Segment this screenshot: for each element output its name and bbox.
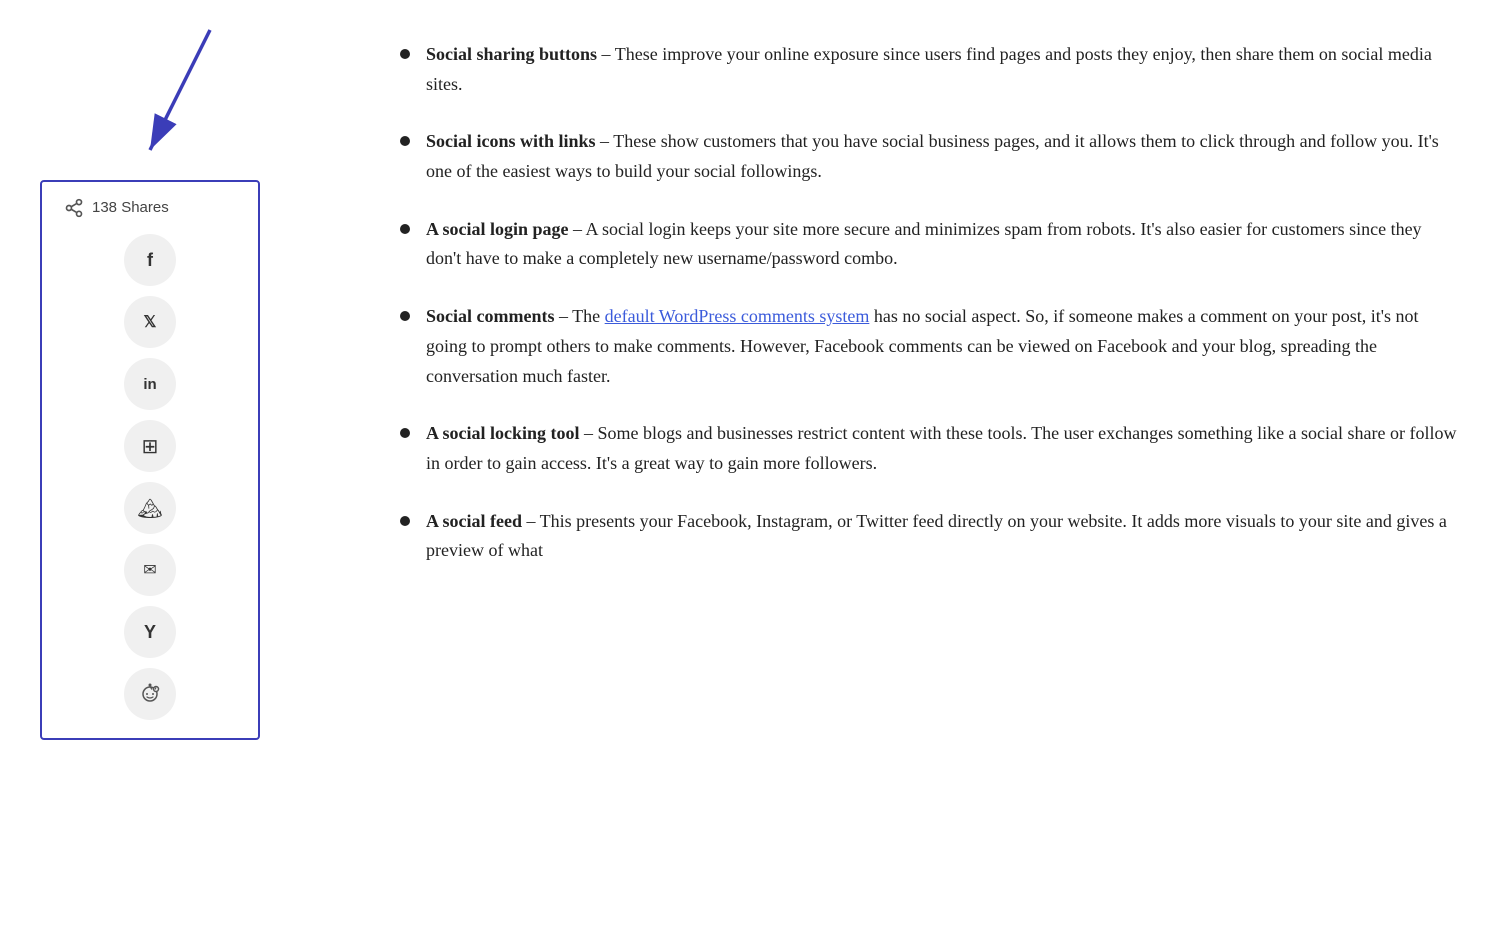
right-column: Social sharing buttons – These improve y…: [340, 30, 1460, 899]
social-buttons-container: f 𝕏 in ⊞ 🏔 ✉ Y: [60, 234, 240, 720]
bullet-dot: [400, 311, 410, 321]
list-item-text: A social feed – This presents your Faceb…: [426, 507, 1460, 566]
buffer-icon: ⊞: [142, 434, 159, 459]
list-item-text: A social locking tool – Some blogs and b…: [426, 419, 1460, 478]
share-count-row: 138 Shares: [60, 196, 240, 220]
list-item-bold: A social locking tool: [426, 423, 580, 443]
instagram-share-button[interactable]: 🏔: [124, 482, 176, 534]
arrow-annotation: [120, 20, 240, 180]
list-item-bold: Social sharing buttons: [426, 44, 597, 64]
list-item-bold: A social feed: [426, 511, 522, 531]
wordpress-comments-link[interactable]: default WordPress comments system: [605, 306, 870, 326]
list-item-text: Social comments – The default WordPress …: [426, 302, 1460, 391]
reddit-share-button[interactable]: [124, 668, 176, 720]
email-icon: ✉: [143, 560, 156, 580]
buffer-share-button[interactable]: ⊞: [124, 420, 176, 472]
list-item: Social icons with links – These show cus…: [400, 127, 1460, 186]
yummly-share-button[interactable]: Y: [124, 606, 176, 658]
list-item: A social login page – A social login kee…: [400, 215, 1460, 274]
list-item: A social locking tool – Some blogs and b…: [400, 419, 1460, 478]
list-item: Social sharing buttons – These improve y…: [400, 40, 1460, 99]
left-column: 138 Shares f 𝕏 in ⊞ 🏔 ✉ Y: [40, 30, 340, 899]
share-icon: [64, 198, 84, 218]
list-item-text: A social login page – A social login kee…: [426, 215, 1460, 274]
bullet-dot: [400, 136, 410, 146]
list-item: Social comments – The default WordPress …: [400, 302, 1460, 391]
twitter-icon: 𝕏: [144, 312, 157, 332]
twitter-share-button[interactable]: 𝕏: [124, 296, 176, 348]
linkedin-share-button[interactable]: in: [124, 358, 176, 410]
bullet-dot: [400, 516, 410, 526]
linkedin-icon: in: [143, 376, 156, 393]
email-share-button[interactable]: ✉: [124, 544, 176, 596]
list-item-text: Social icons with links – These show cus…: [426, 127, 1460, 186]
facebook-share-button[interactable]: f: [124, 234, 176, 286]
share-widget: 138 Shares f 𝕏 in ⊞ 🏔 ✉ Y: [40, 180, 260, 740]
bullet-dot: [400, 224, 410, 234]
list-item-bold: Social icons with links: [426, 131, 596, 151]
instagram-icon: 🏔: [137, 496, 162, 521]
facebook-icon: f: [147, 250, 153, 271]
list-item-bold: A social login page: [426, 219, 569, 239]
list-item-bold: Social comments: [426, 306, 554, 326]
reddit-icon: [138, 681, 162, 708]
content-list: Social sharing buttons – These improve y…: [400, 40, 1460, 566]
yummly-icon: Y: [144, 622, 156, 643]
share-count-text: 138 Shares: [92, 196, 169, 220]
bullet-dot: [400, 49, 410, 59]
bullet-dot: [400, 428, 410, 438]
list-item-text: Social sharing buttons – These improve y…: [426, 40, 1460, 99]
list-item: A social feed – This presents your Faceb…: [400, 507, 1460, 566]
